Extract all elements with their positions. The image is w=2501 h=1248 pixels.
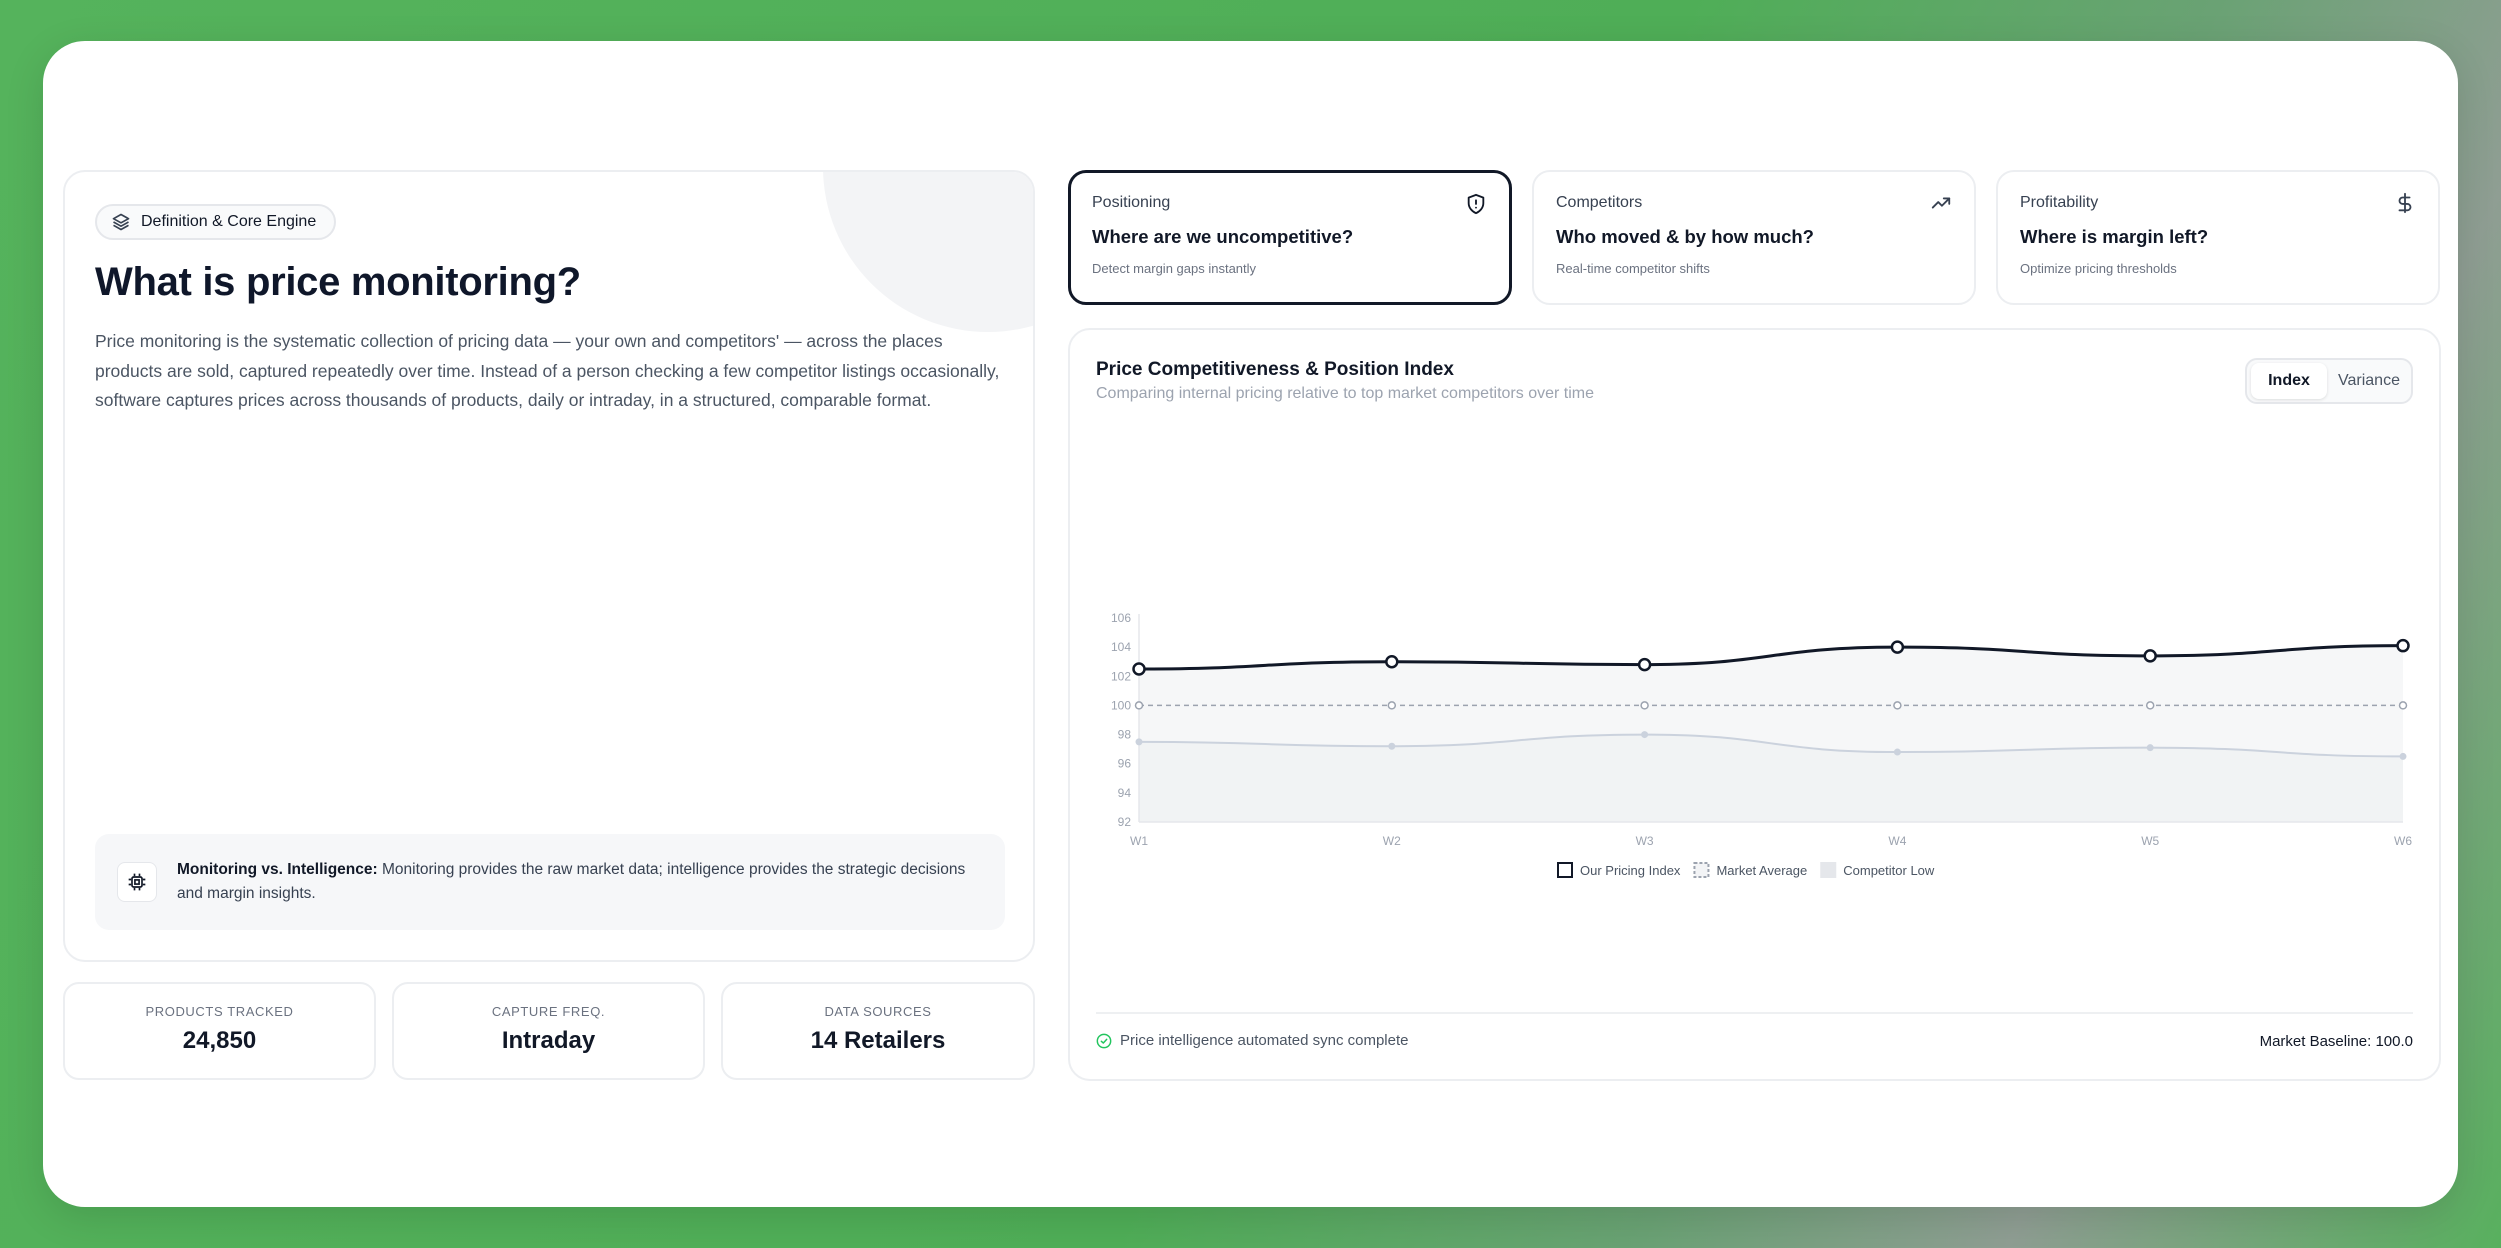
sync-text: Price intelligence automated sync comple… — [1120, 1032, 1409, 1049]
decorative-circle — [823, 172, 1033, 332]
stat-products-tracked: PRODUCTS TRACKED 24,850 — [63, 982, 376, 1080]
card-category: Positioning — [1092, 194, 1171, 211]
point-market-average — [1893, 701, 1902, 710]
y-tick-label: 94 — [1118, 786, 1132, 800]
legend-label: Market Average — [1716, 863, 1807, 878]
card-question: Where is margin left? — [2020, 226, 2209, 247]
chart-panel: Price Competitiveness & Position Index C… — [1068, 328, 2441, 1081]
x-tick-label: W2 — [1383, 834, 1401, 848]
point-our-pricing-index — [1637, 657, 1652, 672]
y-tick-label: 98 — [1118, 728, 1132, 742]
x-tick-label: W1 — [1130, 834, 1148, 848]
point-competitor-low — [1893, 748, 1901, 756]
card-category: Competitors — [1556, 194, 1643, 211]
stat-value: Intraday — [501, 1027, 596, 1054]
main-card: Definition & Core Engine What is price m… — [43, 41, 2458, 1207]
point-our-pricing-index — [1385, 654, 1399, 669]
legend-swatch — [1820, 862, 1837, 878]
monitoring-note: Monitoring vs. Intelligence: Monitoring … — [95, 834, 1005, 930]
point-market-average — [2398, 701, 2408, 710]
legend-swatch — [1693, 862, 1710, 878]
line-chart: 92 94 96 98 100 102 104 106 W1 W2 W3 W4 W5 W6 Our Pric… — [1111, 611, 2412, 878]
point-market-average — [1387, 701, 1397, 710]
sync-status: Price intelligence automated sync comple… — [1096, 1032, 1409, 1049]
stat-capture-freq: CAPTURE FREQ. Intraday — [392, 982, 705, 1080]
point-our-pricing-index — [1890, 640, 1905, 654]
card-subtitle: Real-time competitor shifts — [1556, 261, 1710, 276]
card-subtitle: Detect margin gaps instantly — [1092, 261, 1257, 276]
x-tick-label: W4 — [1888, 834, 1906, 848]
shield-alert-icon — [1467, 193, 1485, 215]
legend-swatch — [1557, 862, 1573, 878]
stat-label: PRODUCTS TRACKED — [145, 1004, 294, 1019]
card-subtitle: Optimize pricing thresholds — [2020, 261, 2177, 276]
y-tick-label: 102 — [1111, 669, 1131, 683]
note-text: Monitoring vs. Intelligence: Monitoring … — [177, 858, 975, 906]
point-our-pricing-index — [2396, 638, 2410, 653]
y-tick-label: 92 — [1118, 815, 1132, 829]
card-category: Profitability — [2020, 194, 2099, 211]
y-tick-label: 106 — [1111, 611, 1131, 625]
x-tick-label: W3 — [1636, 834, 1654, 848]
definition-text: Price monitoring is the systematic colle… — [95, 331, 1000, 410]
card-question: Who moved & by how much? — [1556, 226, 1814, 247]
card-competitors[interactable]: Competitors Who moved & by how much? Rea… — [1532, 170, 1976, 305]
point-market-average — [2145, 701, 2155, 710]
stat-label: DATA SOURCES — [824, 1004, 932, 1019]
check-circle-icon — [1096, 1033, 1112, 1048]
stat-label: CAPTURE FREQ. — [491, 1004, 606, 1019]
badge-label: Definition & Core Engine — [141, 213, 317, 230]
point-competitor-low — [1641, 731, 1649, 739]
point-competitor-low — [1135, 738, 1143, 746]
note-icon-box — [117, 862, 157, 902]
layers-icon — [112, 213, 130, 231]
legend-label: Competitor Low — [1843, 863, 1935, 878]
dollar-icon — [2398, 192, 2412, 214]
y-tick-label: 104 — [1111, 640, 1131, 654]
y-tick-label: 100 — [1111, 698, 1131, 712]
point-market-average — [1640, 701, 1649, 710]
card-profitability[interactable]: Profitability Where is margin left? Opti… — [1996, 170, 2440, 305]
point-our-pricing-index — [1132, 662, 1146, 676]
point-competitor-low — [2146, 744, 2154, 752]
x-tick-label: W5 — [2141, 834, 2159, 848]
page-title: What is price monitoring? — [95, 260, 581, 304]
chart-footer-divider — [1096, 1012, 2413, 1014]
legend-label: Our Pricing Index — [1580, 863, 1681, 878]
note-label: Monitoring vs. Intelligence: — [177, 861, 378, 878]
market-baseline: Market Baseline: 100.0 — [2259, 1033, 2413, 1050]
point-competitor-low — [1388, 742, 1396, 750]
point-competitor-low — [2399, 752, 2407, 760]
x-tick-label: W6 — [2394, 834, 2412, 848]
point-our-pricing-index — [2143, 649, 2157, 663]
cpu-icon — [128, 873, 146, 891]
y-tick-label: 96 — [1118, 757, 1132, 771]
trending-up-icon — [1931, 197, 1951, 209]
point-market-average — [1134, 701, 1144, 710]
stat-value: 14 Retailers — [810, 1027, 946, 1054]
definition-badge: Definition & Core Engine — [95, 204, 337, 240]
definition-panel: Definition & Core Engine What is price m… — [63, 170, 1035, 962]
card-positioning[interactable]: Positioning Where are we uncompetitive? … — [1068, 170, 1512, 305]
stat-data-sources: DATA SOURCES 14 Retailers — [721, 982, 1035, 1080]
card-question: Where are we uncompetitive? — [1092, 226, 1354, 247]
stat-value: 24,850 — [182, 1027, 257, 1054]
